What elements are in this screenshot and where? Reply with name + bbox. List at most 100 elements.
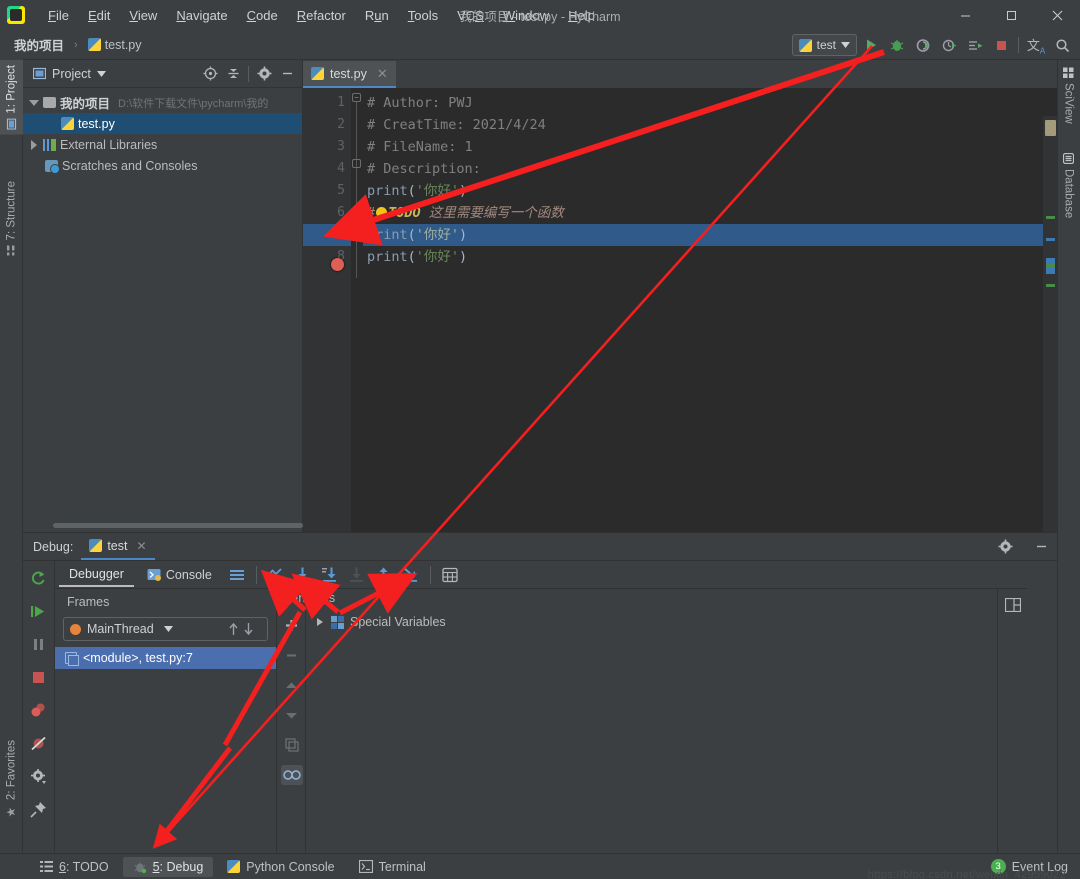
editor-fold-column[interactable]: −	[351, 88, 363, 532]
hide-panel-button[interactable]	[276, 63, 298, 85]
tree-item-test-py[interactable]: test.py	[23, 113, 302, 134]
menu-item-code[interactable]: Code	[238, 4, 287, 27]
menu-item-navigate[interactable]: Navigate	[167, 4, 236, 27]
triangle-down-icon[interactable]	[29, 98, 39, 108]
fold-marker-icon[interactable]	[352, 159, 361, 168]
run-button[interactable]	[859, 33, 883, 57]
move-down-button[interactable]	[281, 705, 303, 725]
menu-item-file[interactable]: File	[39, 4, 78, 27]
step-over-button[interactable]	[291, 563, 315, 587]
evaluate-expression-button[interactable]	[438, 563, 462, 587]
run-coverage-button[interactable]	[911, 33, 935, 57]
profile-button[interactable]	[937, 33, 961, 57]
settings-button[interactable]	[253, 63, 275, 85]
sidebar-item-project[interactable]: 1: Project	[0, 60, 23, 135]
debug-button[interactable]	[885, 33, 909, 57]
run-to-cursor-button[interactable]	[399, 563, 423, 587]
rerun-button[interactable]	[27, 566, 51, 590]
arrow-down-icon[interactable]	[242, 622, 255, 636]
menu-item-tools[interactable]: Tools	[399, 4, 447, 27]
debug-right-strip	[997, 589, 1027, 854]
add-watch-button[interactable]	[281, 615, 303, 635]
tree-item-scratches[interactable]: Scratches and Consoles	[23, 155, 302, 176]
minimize-button[interactable]	[942, 0, 988, 30]
menu-item-help[interactable]: Help	[559, 4, 604, 27]
tab-debugger[interactable]: Debugger	[59, 563, 134, 587]
step-out-button[interactable]	[372, 563, 396, 587]
menu-item-refactor[interactable]: Refactor	[288, 4, 355, 27]
menu-item-edit[interactable]: Edit	[79, 4, 119, 27]
collapse-all-button[interactable]	[222, 63, 244, 85]
run-with-console-button[interactable]	[963, 33, 987, 57]
fold-collapse-icon[interactable]: −	[352, 93, 361, 102]
watches-in-variables-button[interactable]	[280, 765, 303, 785]
statusbar-item-python-console[interactable]: Python Console	[217, 857, 344, 877]
debug-session-tab[interactable]: test ✕	[81, 533, 155, 560]
triangle-right-icon[interactable]	[315, 617, 325, 627]
tab-console[interactable]: Console	[137, 564, 222, 586]
menu-item-run[interactable]: Run	[356, 4, 398, 27]
run-configuration-selector[interactable]: test	[791, 34, 857, 56]
sidebar-item-favorites[interactable]: ★ 2: Favorites	[0, 735, 23, 824]
mute-breakpoints-button[interactable]	[27, 731, 51, 755]
marker-stripe[interactable]	[1046, 264, 1055, 267]
move-up-button[interactable]	[281, 675, 303, 695]
debug-hide-button[interactable]	[1029, 535, 1053, 559]
pin-tab-button[interactable]	[27, 797, 51, 821]
maximize-button[interactable]	[988, 0, 1034, 30]
layout-settings-button[interactable]	[1001, 593, 1025, 617]
breakpoint-icon[interactable]	[331, 258, 344, 271]
locate-button[interactable]	[199, 63, 221, 85]
menu-item-view[interactable]: View	[120, 4, 166, 27]
menu-item-window[interactable]: Window	[494, 4, 558, 27]
resume-program-button[interactable]	[27, 599, 51, 623]
step-into-button[interactable]	[318, 563, 342, 587]
editor-tab-test-py[interactable]: test.py ✕	[303, 61, 396, 88]
project-panel-horizontal-scrollbar[interactable]	[53, 523, 303, 528]
project-panel-title[interactable]: Project	[27, 67, 106, 81]
scrollbar-thumb[interactable]	[1045, 120, 1056, 136]
remove-watch-button[interactable]	[281, 645, 303, 665]
debugger-menu-button[interactable]	[225, 563, 249, 587]
tree-item-external-libraries[interactable]: External Libraries	[23, 134, 302, 155]
sidebar-item-structure[interactable]: 7: Structure	[0, 176, 23, 260]
marker-stripe[interactable]	[1046, 284, 1055, 287]
statusbar-item-todo[interactable]: 6: TODO	[30, 857, 119, 877]
copy-value-button[interactable]	[281, 735, 303, 755]
variables-tree[interactable]: Special Variables	[307, 611, 1027, 854]
debug-settings-menu-button[interactable]	[27, 764, 51, 788]
pause-program-button[interactable]	[27, 632, 51, 656]
sidebar-item-sciview[interactable]: SciView	[1057, 62, 1080, 129]
statusbar-item-terminal[interactable]: Terminal	[349, 857, 436, 877]
lightbulb-icon[interactable]	[376, 207, 388, 218]
close-icon[interactable]: ✕	[377, 66, 388, 82]
show-execution-point-button[interactable]	[264, 563, 288, 587]
tree-item-project-root[interactable]: 我的项目 D:\软件下载文件\pycharm\我的	[23, 92, 302, 113]
arrow-up-icon[interactable]	[227, 622, 240, 636]
breadcrumb-file[interactable]: test.py	[84, 36, 146, 54]
statusbar-item-debug[interactable]: 5: Debug	[122, 856, 214, 877]
stop-button[interactable]	[989, 33, 1013, 57]
marker-stripe[interactable]	[1046, 238, 1055, 241]
menu-item-vcs[interactable]: VCS	[448, 4, 493, 27]
triangle-right-icon[interactable]	[29, 139, 39, 150]
variables-row-special[interactable]: Special Variables	[307, 611, 1027, 633]
thread-selector[interactable]: MainThread	[63, 617, 268, 641]
stop-button[interactable]	[27, 665, 51, 689]
code-text[interactable]: # Author: PWJ # CreatTime: 2021/4/24 # F…	[363, 88, 1057, 532]
view-breakpoints-button[interactable]	[27, 698, 51, 722]
translate-button[interactable]: 文A	[1024, 33, 1048, 57]
sidebar-item-database[interactable]: Database	[1057, 148, 1080, 223]
editor-gutter[interactable]: 1 2 3 4 5 6 7 8	[303, 88, 351, 532]
marker-stripe[interactable]	[1046, 216, 1055, 219]
force-step-into-button[interactable]	[345, 563, 369, 587]
search-everywhere-button[interactable]	[1050, 33, 1074, 57]
breadcrumb-project[interactable]: 我的项目	[10, 33, 68, 56]
folder-icon	[43, 97, 56, 108]
close-icon[interactable]: ✕	[136, 539, 146, 553]
close-button[interactable]	[1034, 0, 1080, 30]
debug-settings-button[interactable]	[993, 535, 1017, 559]
code-editor[interactable]: 1 2 3 4 5 6 7 8 − # Author: PWJ # CreatT…	[303, 88, 1057, 560]
editor-marker-scrollbar[interactable]	[1043, 116, 1057, 560]
frame-row[interactable]: <module>, test.py:7	[55, 647, 276, 669]
